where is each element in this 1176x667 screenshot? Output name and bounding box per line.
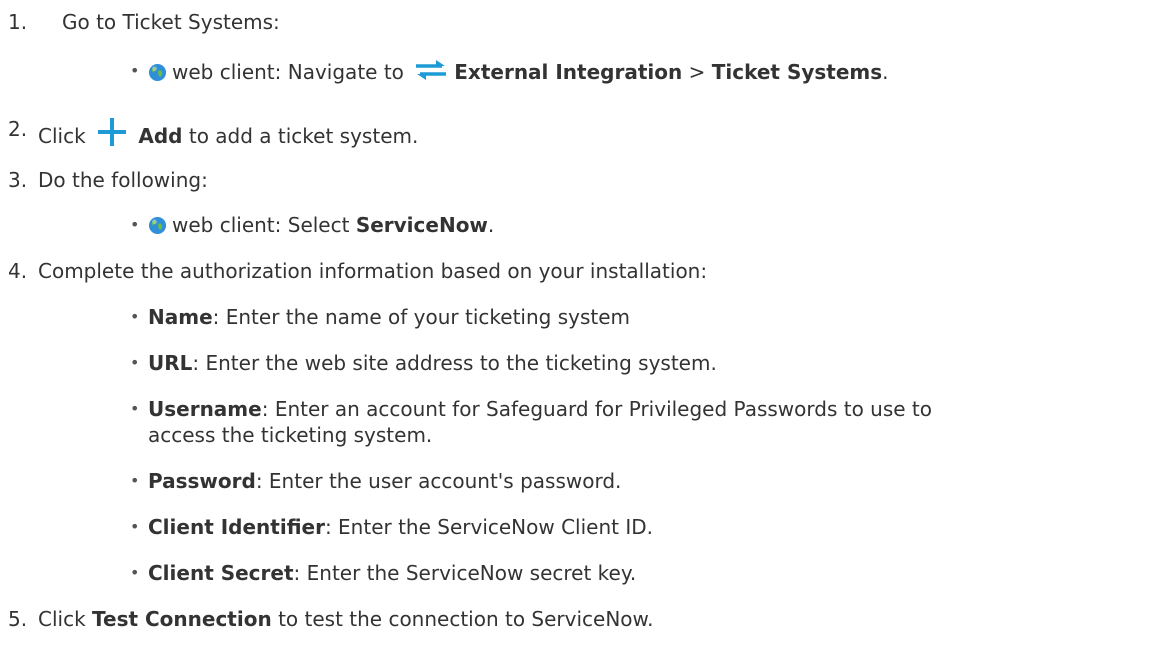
field-label: Password [148,469,256,493]
step-number: 2. [8,117,28,141]
field-desc: : Enter the name of your ticketing syste… [212,305,630,329]
nav-path-ticket-systems: Ticket Systems [711,60,883,84]
period: . [487,213,495,237]
step-text: Click Add to add a ticket system. [38,117,418,148]
step-rest: to test the connection to ServiceNow. [278,607,654,631]
web-client-globe-icon [148,63,167,82]
bullet: • [130,471,140,490]
bullet: • [130,215,140,234]
nav-path-external-integration: External Integration [454,60,683,84]
plus-icon [98,118,127,146]
client-label: web client [172,60,275,84]
step-number: 3. [8,168,28,192]
field-desc: : Enter the ServiceNow secret key. [293,561,637,585]
bullet: • [130,517,140,536]
select-prefix: : Select [274,213,350,237]
field-desc-continued: access the ticketing system. [148,423,433,447]
step-text: Complete the authorization information b… [38,259,708,283]
bullet: • [130,61,140,80]
bullet: • [130,563,140,582]
nav-separator: > [688,60,706,84]
exchange-arrows-icon [416,60,447,80]
step-text: Click Test Connection to test the connec… [38,607,653,631]
step-text: Go to Ticket Systems: [62,10,280,34]
web-client-globe-icon [148,216,167,235]
client-label: web client [172,213,275,237]
servicenow-label: ServiceNow [355,213,488,237]
field-desc: : Enter an account for Safeguard for Pri… [261,397,933,421]
step-verb: Click [38,124,86,148]
field-desc: : Enter the ServiceNow Client ID. [324,515,654,539]
substep-content: web client: Select ServiceNow. [148,213,494,237]
bullet: • [130,399,140,418]
step-rest: to add a ticket system. [188,124,419,148]
nav-prefix: : Navigate to [274,60,404,84]
bullet: • [130,307,140,326]
field-label: Client Identifier [148,515,325,539]
field-label: Name [148,305,213,329]
step-verb: Click [38,607,86,631]
step-number: 4. [8,259,28,283]
step-number: 1. [8,10,28,34]
field-desc: : Enter the web site address to the tick… [192,351,717,375]
bullet: • [130,353,140,372]
field-label: Username [148,397,262,421]
field-item-username-cont: access the ticketing system. [148,423,432,447]
field-desc: : Enter the user account's password. [255,469,622,493]
field-label: Client Secret [148,561,294,585]
step-text: Do the following: [38,168,208,192]
substep-content: web client: Navigate to External Integra… [148,59,889,84]
field-label: URL [148,351,193,375]
add-label: Add [138,124,183,148]
period: . [882,60,889,84]
step-number: 5. [8,607,28,631]
test-connection-label: Test Connection [92,607,272,631]
